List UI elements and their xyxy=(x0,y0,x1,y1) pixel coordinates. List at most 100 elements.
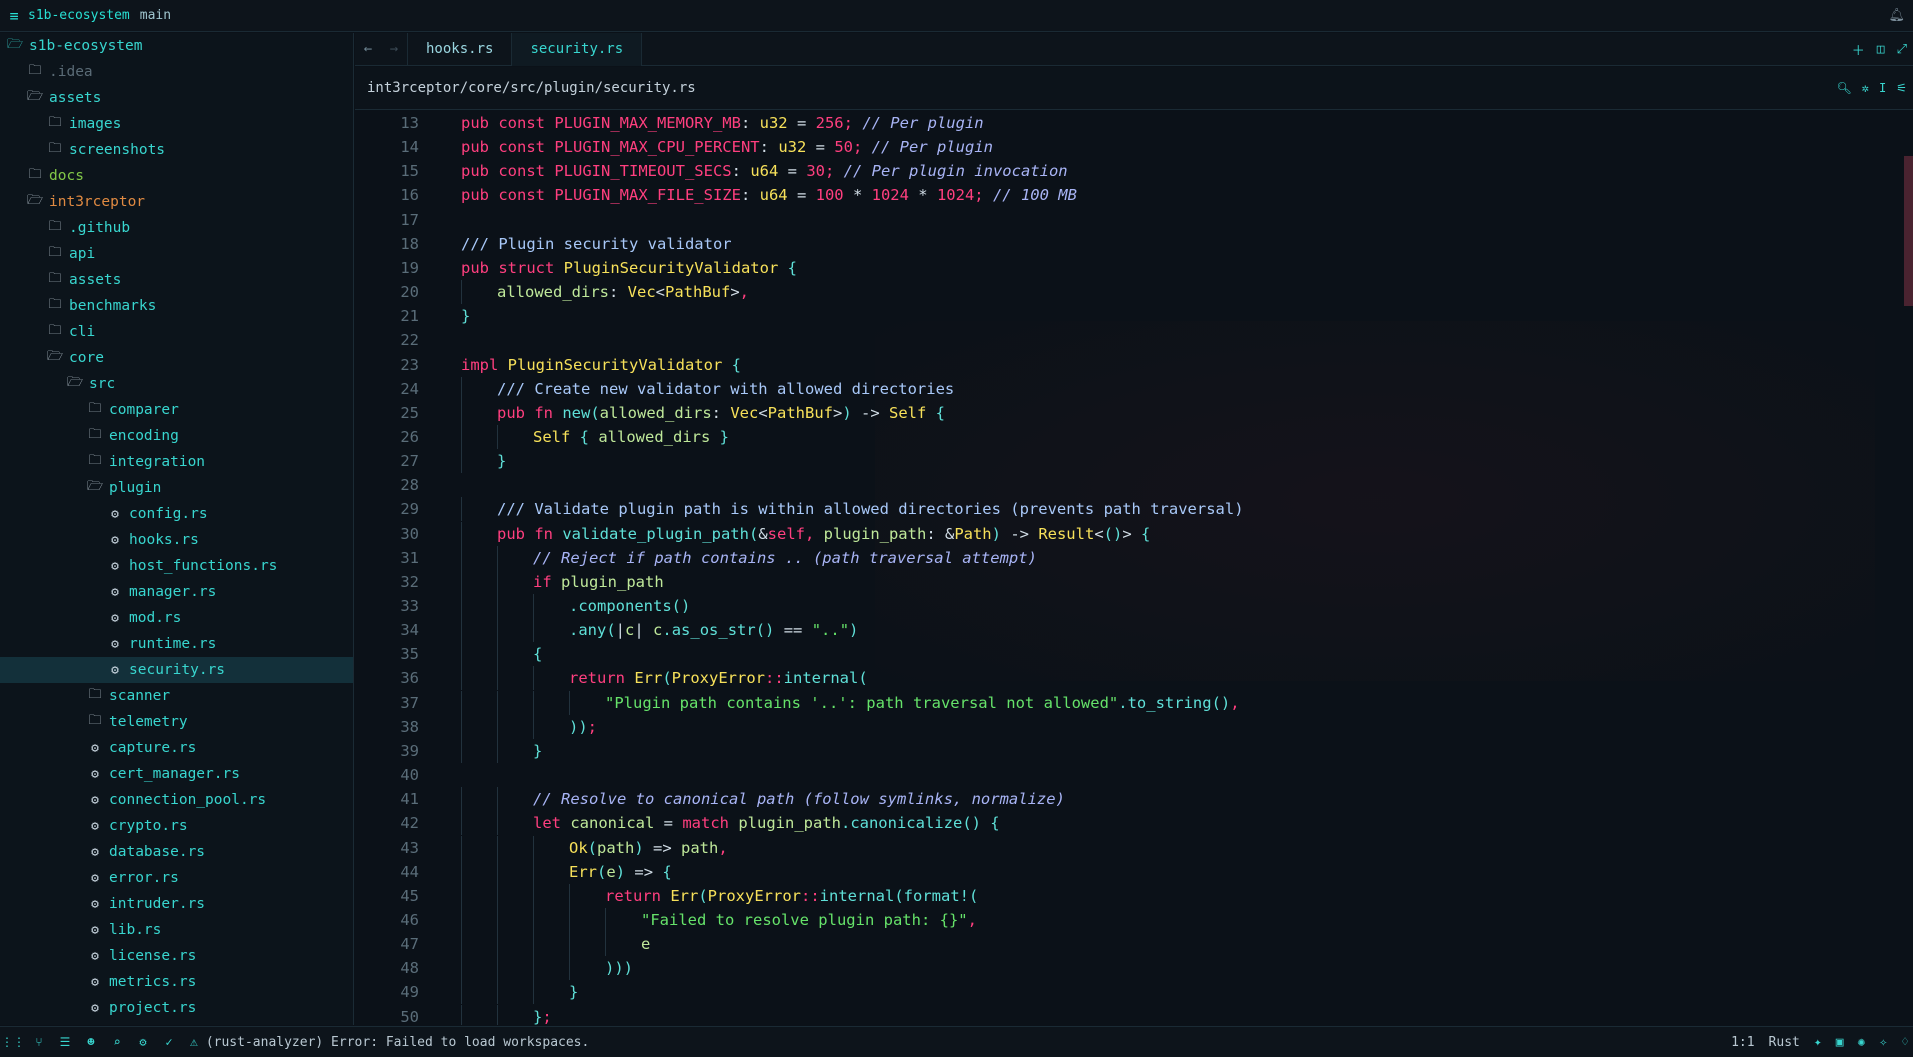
folder-item[interactable]: 🗁 plugin xyxy=(0,475,353,501)
file-item[interactable]: ⚙ security.rs xyxy=(0,657,353,683)
file-item[interactable]: ⚙ project.rs xyxy=(0,995,353,1021)
code-line[interactable]: 44 Err(e) => { xyxy=(355,860,1895,884)
code-line[interactable]: 20 allowed_dirs: Vec<PathBuf>, xyxy=(355,280,1895,304)
maximize-icon[interactable]: ⤢ xyxy=(1897,42,1907,57)
warning-icon[interactable]: ⚠ xyxy=(190,1035,198,1050)
cursor-icon[interactable]: I xyxy=(1879,81,1886,95)
folder-item[interactable]: 🗀 encoding xyxy=(0,423,353,449)
branch-name[interactable]: main xyxy=(140,8,171,23)
file-item[interactable]: ⚙ runtime.rs xyxy=(0,631,353,657)
code-line[interactable]: 47 e xyxy=(355,932,1895,956)
code-line[interactable]: 49} xyxy=(355,980,1895,1004)
terminal-icon[interactable]: ▣ xyxy=(1836,1035,1844,1050)
file-item[interactable]: ⚙ capture.rs xyxy=(0,735,353,761)
code-line[interactable]: 36 return Err(ProxyError::internal( xyxy=(355,666,1895,690)
code-line[interactable]: 40 xyxy=(355,763,1895,787)
folder-item[interactable]: 🗀 comparer xyxy=(0,397,353,423)
folder-item[interactable]: 🗀 assets xyxy=(0,267,353,293)
file-item[interactable]: ⚙ mod.rs xyxy=(0,605,353,631)
file-item[interactable]: ⚙ host_functions.rs xyxy=(0,553,353,579)
folder-item[interactable]: 🗁 int3rceptor xyxy=(0,189,353,215)
folder-item[interactable]: 🗀 images xyxy=(0,111,353,137)
code-line[interactable]: 39} xyxy=(355,739,1895,763)
code-line[interactable]: 14 pub const PLUGIN_MAX_CPU_PERCENT: u32 … xyxy=(355,135,1895,159)
code-line[interactable]: 50}; xyxy=(355,1005,1895,1025)
code-line[interactable]: 31 // Reject if path contains .. (path tr… xyxy=(355,546,1895,570)
folder-item[interactable]: 🗀 integration xyxy=(0,449,353,475)
back-arrow-icon[interactable]: ← xyxy=(355,41,381,57)
code-line[interactable]: 37 "Plugin path contains '..': path trave… xyxy=(355,691,1895,715)
file-item[interactable]: ⚙ manager.rs xyxy=(0,579,353,605)
assistant-icon[interactable]: ✧ xyxy=(1879,1035,1887,1050)
code-line[interactable]: 34 .any(|c| c.as_os_str() == "..") xyxy=(355,618,1895,642)
forward-arrow-icon[interactable]: → xyxy=(381,41,407,57)
scrollbar-thumb[interactable] xyxy=(1904,156,1913,306)
folder-item[interactable]: 🗀 api xyxy=(0,241,353,267)
code-line[interactable]: 33 .components() xyxy=(355,594,1895,618)
file-item[interactable]: ⚙ error.rs xyxy=(0,865,353,891)
code-line[interactable]: 30 pub fn validate_plugin_path(&self, plu… xyxy=(355,522,1895,546)
file-item[interactable]: ⚙ hooks.rs xyxy=(0,527,353,553)
settings-sliders-icon[interactable]: ⚟ xyxy=(1896,81,1907,95)
collab-icon[interactable]: ☻ xyxy=(78,1035,104,1049)
split-pane-icon[interactable]: ◫ xyxy=(1877,42,1885,57)
folder-item[interactable]: 🗀 .idea xyxy=(0,59,353,85)
code-line[interactable]: 42 let canonical = match plugin_path.cano… xyxy=(355,811,1895,835)
code-line[interactable]: 19 pub struct PluginSecurityValidator { xyxy=(355,256,1895,280)
folder-item[interactable]: 🗀 benchmarks xyxy=(0,293,353,319)
code-line[interactable]: 41 // Resolve to canonical path (follow s… xyxy=(355,787,1895,811)
sparkle-icon[interactable]: ✲ xyxy=(1862,81,1869,95)
folder-item[interactable]: 🗁 assets xyxy=(0,85,353,111)
code-line[interactable]: 25 pub fn new(allowed_dirs: Vec<PathBuf>)… xyxy=(355,401,1895,425)
debug-icon[interactable]: ⚙ xyxy=(130,1035,156,1049)
code-line[interactable]: 21} xyxy=(355,304,1895,328)
folder-item[interactable]: 🗀 .github xyxy=(0,215,353,241)
tab-hooks[interactable]: hooks.rs xyxy=(407,32,511,66)
file-item[interactable]: ⚙ config.rs xyxy=(0,501,353,527)
file-item[interactable]: ⚙ crypto.rs xyxy=(0,813,353,839)
hamburger-icon[interactable]: ≡ xyxy=(0,7,28,25)
file-item[interactable]: ⚙ intruder.rs xyxy=(0,891,353,917)
folder-item[interactable]: 🗀 scanner xyxy=(0,683,353,709)
bell-icon[interactable]: 🔔︎ xyxy=(1888,8,1905,23)
folder-item[interactable]: 🗁 core xyxy=(0,345,353,371)
status-message[interactable]: (rust-analyzer) Error: Failed to load wo… xyxy=(206,1035,590,1050)
code-line[interactable]: 28 xyxy=(355,473,1895,497)
code-line[interactable]: 46 "Failed to resolve plugin path: {}", xyxy=(355,908,1895,932)
code-line[interactable]: 26 Self { allowed_dirs } xyxy=(355,425,1895,449)
plus-icon[interactable]: ＋ xyxy=(1852,40,1865,59)
project-tree-icon[interactable]: ⋮⋮ xyxy=(0,1035,26,1049)
code-line[interactable]: 15 pub const PLUGIN_TIMEOUT_SECS: u64 = 3… xyxy=(355,159,1895,183)
search-icon[interactable]: 🔍︎ xyxy=(1837,81,1852,95)
language-mode[interactable]: Rust xyxy=(1769,1035,1800,1050)
code-line[interactable]: 13 pub const PLUGIN_MAX_MEMORY_MB: u32 = … xyxy=(355,111,1895,135)
folder-item[interactable]: 🗁 s1b-ecosystem xyxy=(0,33,353,59)
code-editor[interactable]: 13 pub const PLUGIN_MAX_MEMORY_MB: u32 = … xyxy=(355,111,1903,1025)
folder-item[interactable]: 🗀 cli xyxy=(0,319,353,345)
check-icon[interactable]: ✓ xyxy=(156,1035,182,1049)
git-branch-icon[interactable]: ⑂ xyxy=(26,1035,52,1049)
code-line[interactable]: 38)); xyxy=(355,715,1895,739)
tab-security[interactable]: security.rs xyxy=(511,32,643,66)
search-icon[interactable]: ⌕ xyxy=(104,1035,130,1049)
file-path[interactable]: int3rceptor/core/src/plugin/security.rs xyxy=(367,80,696,96)
notification-icon[interactable]: ♢ xyxy=(1901,1035,1909,1050)
file-item[interactable]: ⚙ connection_pool.rs xyxy=(0,787,353,813)
project-name[interactable]: s1b-ecosystem xyxy=(28,8,130,23)
code-line[interactable]: 45 return Err(ProxyError::internal(format… xyxy=(355,884,1895,908)
file-item[interactable]: ⚙ lib.rs xyxy=(0,917,353,943)
outline-icon[interactable]: ☰ xyxy=(52,1035,78,1049)
file-item[interactable]: ⚙ database.rs xyxy=(0,839,353,865)
folder-item[interactable]: 🗁 src xyxy=(0,371,353,397)
code-line[interactable]: 18 /// Plugin security validator xyxy=(355,232,1895,256)
file-item[interactable]: ⚙ metrics.rs xyxy=(0,969,353,995)
file-item[interactable]: ⚙ cert_manager.rs xyxy=(0,761,353,787)
folder-item[interactable]: 🗀 telemetry xyxy=(0,709,353,735)
code-line[interactable]: 16 pub const PLUGIN_MAX_FILE_SIZE: u64 = … xyxy=(355,183,1895,207)
code-line[interactable]: 29 /// Validate plugin path is within all… xyxy=(355,497,1895,521)
editor-scrollbar[interactable] xyxy=(1903,111,1913,1025)
folder-item[interactable]: 🗀 docs xyxy=(0,163,353,189)
code-line[interactable]: 27} xyxy=(355,449,1895,473)
folder-item[interactable]: 🗀 screenshots xyxy=(0,137,353,163)
code-line[interactable]: 17 xyxy=(355,208,1895,232)
